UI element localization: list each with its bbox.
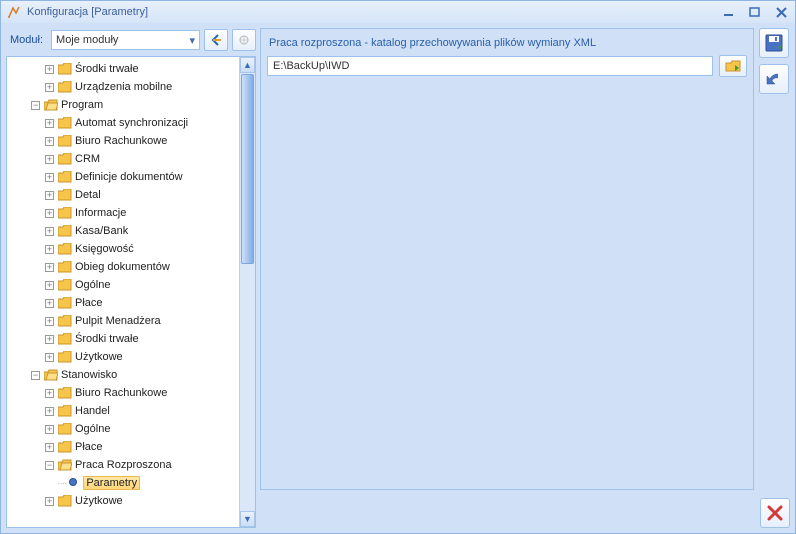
titlebar: Konfiguracja [Parametry] bbox=[1, 1, 795, 23]
tree-scrollbar[interactable]: ▲ ▼ bbox=[239, 57, 255, 527]
folder-icon bbox=[58, 315, 72, 327]
folder-icon bbox=[58, 189, 72, 201]
close-button[interactable] bbox=[773, 5, 789, 19]
save-button[interactable] bbox=[759, 28, 789, 58]
tree-node[interactable]: +Płace bbox=[11, 294, 239, 312]
module-label: Moduł: bbox=[6, 34, 47, 46]
xml-path-input[interactable] bbox=[267, 56, 713, 76]
folder-icon bbox=[58, 441, 72, 453]
scroll-down-button[interactable]: ▼ bbox=[240, 511, 255, 527]
tree-node[interactable]: +Informacje bbox=[11, 204, 239, 222]
tree-node[interactable]: +Środki trwałe bbox=[11, 330, 239, 348]
scroll-thumb[interactable] bbox=[241, 74, 254, 264]
tree-node-parametry[interactable]: ····Parametry bbox=[11, 474, 239, 492]
module-selected: Moje moduły bbox=[56, 34, 118, 46]
scroll-up-button[interactable]: ▲ bbox=[240, 57, 255, 73]
folder-icon bbox=[58, 333, 72, 345]
config-window: Konfiguracja [Parametry] Moduł: Moje mod… bbox=[0, 0, 796, 534]
folder-icon bbox=[58, 297, 72, 309]
tree-node[interactable]: +Ogólne bbox=[11, 420, 239, 438]
tree-node[interactable]: +Urządzenia mobilne bbox=[11, 78, 239, 96]
tree-collapse-button[interactable] bbox=[232, 29, 256, 51]
window-buttons bbox=[721, 5, 789, 19]
settings-panel: Praca rozproszona - katalog przechowywan… bbox=[260, 28, 754, 490]
folder-open-icon bbox=[44, 369, 58, 381]
folder-icon bbox=[58, 243, 72, 255]
chevron-down-icon: ▾ bbox=[189, 34, 195, 47]
browse-folder-button[interactable] bbox=[719, 55, 747, 77]
folder-icon bbox=[58, 423, 72, 435]
folder-icon bbox=[58, 153, 72, 165]
folder-icon bbox=[58, 405, 72, 417]
right-panel: Praca rozproszona - katalog przechowywan… bbox=[260, 28, 790, 528]
folder-open-icon bbox=[58, 459, 72, 471]
module-dropdown[interactable]: Moje moduły ▾ bbox=[51, 30, 200, 50]
tree-node[interactable]: +Użytkowe bbox=[11, 492, 239, 510]
folder-icon bbox=[58, 135, 72, 147]
folder-icon bbox=[58, 387, 72, 399]
tree-node[interactable]: +Płace bbox=[11, 438, 239, 456]
window-title: Konfiguracja [Parametry] bbox=[27, 6, 721, 18]
tree-node[interactable]: +Ogólne bbox=[11, 276, 239, 294]
tree-connector: ···· bbox=[57, 478, 66, 489]
maximize-button[interactable] bbox=[747, 5, 763, 19]
content-area: Moduł: Moje moduły ▾ +Środki trwałe +Urz… bbox=[1, 23, 795, 533]
minimize-button[interactable] bbox=[721, 5, 737, 19]
module-bar: Moduł: Moje moduły ▾ bbox=[6, 28, 256, 56]
app-icon bbox=[7, 5, 21, 19]
bullet-icon bbox=[68, 477, 82, 489]
folder-icon bbox=[58, 171, 72, 183]
config-tree[interactable]: +Środki trwałe +Urządzenia mobilne −Prog… bbox=[7, 57, 239, 527]
nav-back-button[interactable] bbox=[204, 29, 228, 51]
group-title: Praca rozproszona - katalog przechowywan… bbox=[267, 35, 747, 55]
left-panel: Moduł: Moje moduły ▾ +Środki trwałe +Urz… bbox=[6, 28, 256, 528]
folder-icon bbox=[58, 351, 72, 363]
folder-icon bbox=[58, 207, 72, 219]
bottom-bar bbox=[260, 494, 790, 528]
folder-icon bbox=[58, 81, 72, 93]
folder-icon bbox=[58, 225, 72, 237]
tree-node[interactable]: +Kasa/Bank bbox=[11, 222, 239, 240]
side-actions bbox=[758, 28, 790, 490]
tree-node-stanowisko[interactable]: −Stanowisko bbox=[11, 366, 239, 384]
tree-node[interactable]: +Użytkowe bbox=[11, 348, 239, 366]
folder-open-icon bbox=[44, 99, 58, 111]
undo-button[interactable] bbox=[759, 64, 789, 94]
tree-node[interactable]: +Księgowość bbox=[11, 240, 239, 258]
folder-icon bbox=[58, 495, 72, 507]
tree-node[interactable]: +Biuro Rachunkowe bbox=[11, 132, 239, 150]
tree-node[interactable]: +Definicje dokumentów bbox=[11, 168, 239, 186]
tree-node[interactable]: +Detal bbox=[11, 186, 239, 204]
close-panel-button[interactable] bbox=[760, 498, 790, 528]
tree-node-praca-rozproszona[interactable]: −Praca Rozproszona bbox=[11, 456, 239, 474]
tree-node-program[interactable]: −Program bbox=[11, 96, 239, 114]
tree-node[interactable]: +Automat synchronizacji bbox=[11, 114, 239, 132]
path-row bbox=[267, 55, 747, 77]
tree-node[interactable]: +Środki trwałe bbox=[11, 60, 239, 78]
folder-icon bbox=[58, 63, 72, 75]
tree-container: +Środki trwałe +Urządzenia mobilne −Prog… bbox=[6, 56, 256, 528]
tree-node[interactable]: +Handel bbox=[11, 402, 239, 420]
folder-icon bbox=[58, 117, 72, 129]
folder-icon bbox=[58, 279, 72, 291]
tree-node[interactable]: +Biuro Rachunkowe bbox=[11, 384, 239, 402]
tree-node[interactable]: +Pulpit Menadżera bbox=[11, 312, 239, 330]
folder-icon bbox=[58, 261, 72, 273]
tree-node[interactable]: +Obieg dokumentów bbox=[11, 258, 239, 276]
tree-node[interactable]: +CRM bbox=[11, 150, 239, 168]
